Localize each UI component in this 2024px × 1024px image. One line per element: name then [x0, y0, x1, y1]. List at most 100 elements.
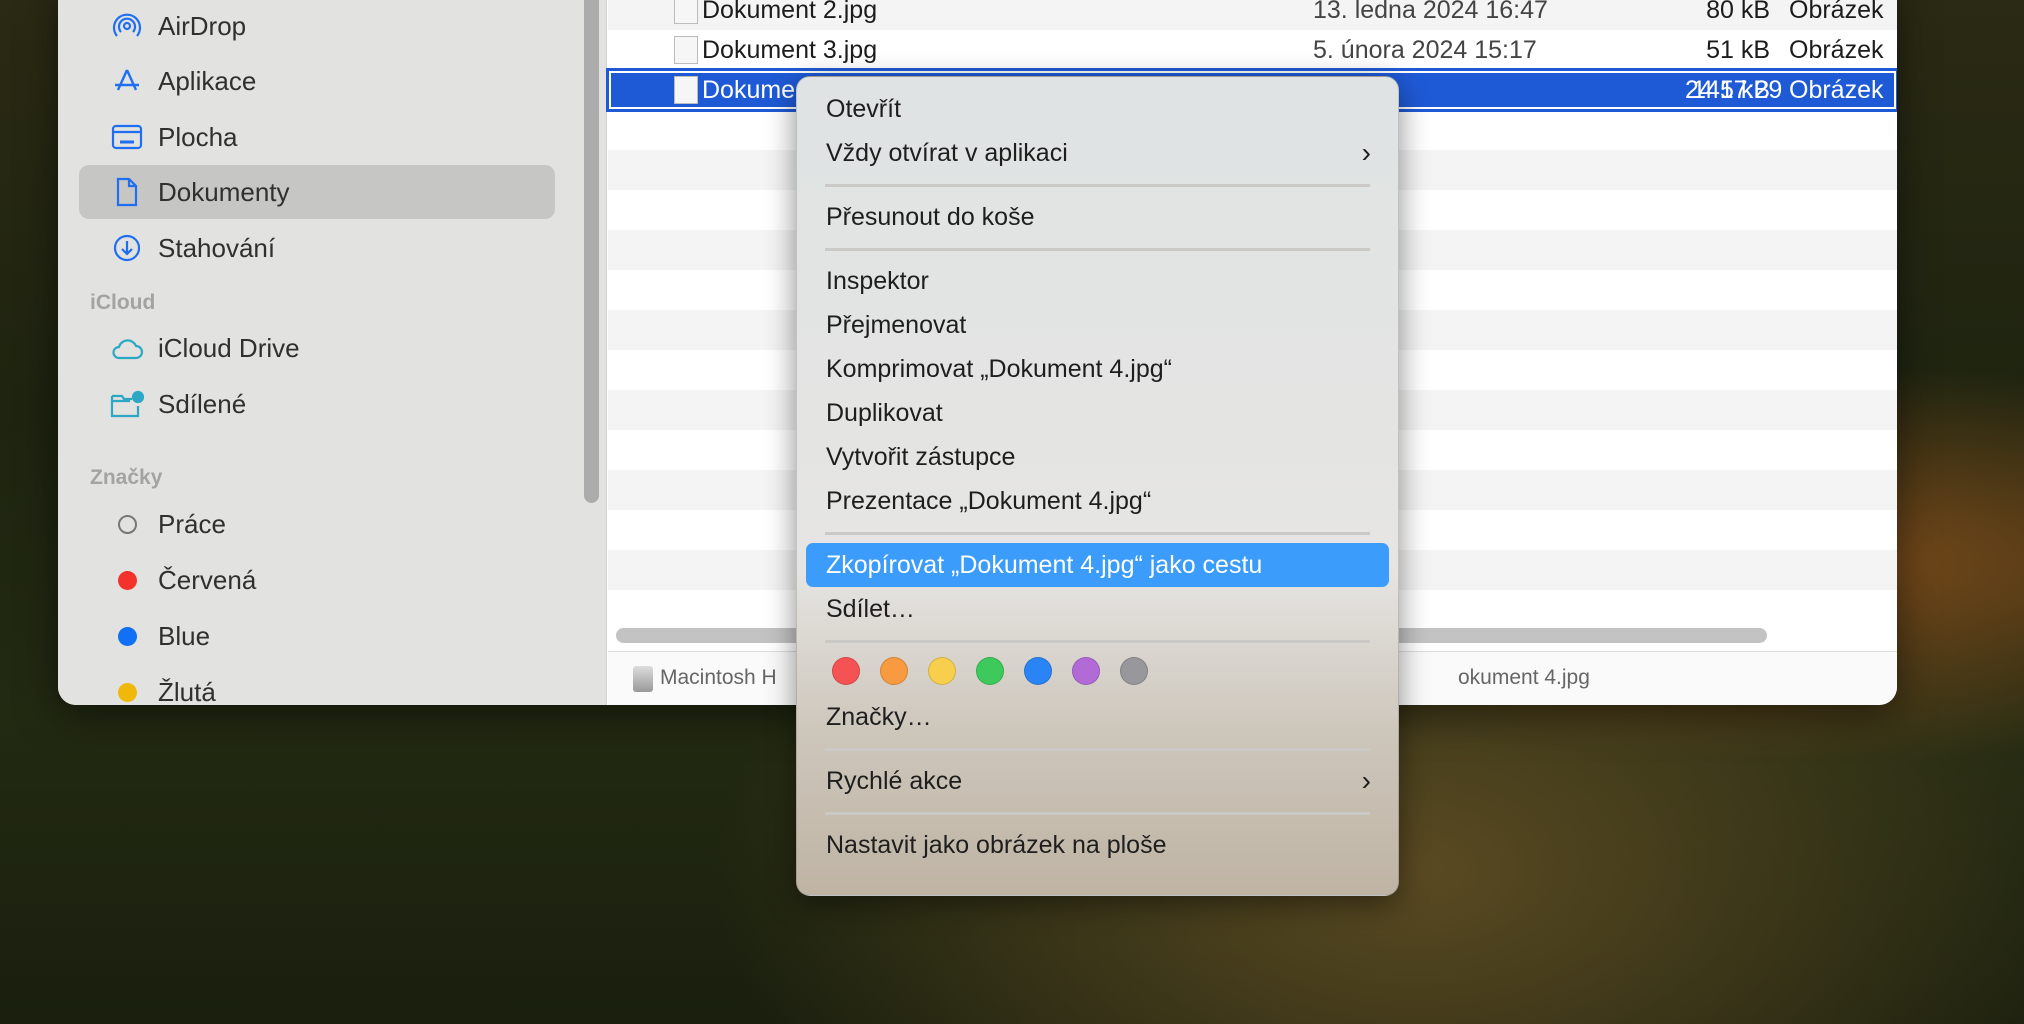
- menu-item[interactable]: Sdílet…: [806, 587, 1389, 631]
- tag-icon: [107, 570, 147, 590]
- tag-color-5[interactable]: [1072, 657, 1100, 685]
- sidebar-tag-1[interactable]: Červená: [79, 553, 555, 607]
- chevron-right-icon: ›: [1361, 765, 1371, 796]
- menu-item[interactable]: Prezentace „Dokument 4.jpg“: [806, 479, 1389, 523]
- sidebar-item-label: Dokumenty: [158, 176, 290, 207]
- tag-color-4[interactable]: [1024, 657, 1052, 685]
- menu-item[interactable]: Komprimovat „Dokument 4.jpg“: [806, 347, 1389, 391]
- menu-item[interactable]: Otevřít: [806, 87, 1389, 131]
- image-file-icon: [674, 76, 698, 104]
- tag-color-0[interactable]: [832, 657, 860, 685]
- sidebar-item-label: Aplikace: [158, 65, 257, 96]
- sidebar-item-label: Žlutá: [158, 676, 216, 706]
- image-file-icon: [674, 36, 698, 64]
- applications-icon: [107, 66, 147, 96]
- tag-color-3[interactable]: [976, 657, 1004, 685]
- menu-separator: [825, 748, 1370, 751]
- file-row[interactable]: Dokument 2.jpg 13. ledna 2024 16:47 80 kB O…: [608, 0, 1897, 30]
- sidebar-item-aplikace[interactable]: Aplikace: [79, 54, 555, 108]
- airdrop-icon: [107, 11, 147, 41]
- sidebar-item-stahování[interactable]: Stahování: [79, 221, 555, 275]
- file-date: 13. ledna 2024 16:47: [1313, 0, 1548, 24]
- sidebar: AirDrop Aplikace Plocha Dokumenty Stahování i…: [58, 0, 607, 705]
- tag-dot-icon: [117, 514, 137, 534]
- sidebar-item-icloud-0[interactable]: iCloud Drive: [79, 321, 555, 375]
- file-date: 5. února 2024 15:17: [1313, 36, 1537, 64]
- sidebar-tag-3[interactable]: Žlutá: [79, 665, 555, 705]
- menu-separator: [825, 640, 1370, 643]
- menu-item-label: Značky…: [826, 702, 932, 731]
- sidebar-scrollbar[interactable]: [584, 0, 599, 503]
- menu-item-label: Rychlé akce: [826, 766, 963, 795]
- download-icon: [107, 233, 147, 263]
- file-size: 51 kB: [1706, 36, 1770, 64]
- menu-separator: [825, 184, 1370, 187]
- sidebar-tag-0[interactable]: Práce: [79, 497, 555, 551]
- tag-dot-icon: [117, 570, 137, 590]
- document-icon: [107, 177, 147, 207]
- menu-separator: [825, 248, 1370, 251]
- menu-item-label: Komprimovat „Dokument 4.jpg“: [826, 354, 1172, 383]
- menu-item[interactable]: Rychlé akce ›: [806, 759, 1389, 803]
- menu-item[interactable]: Inspektor: [806, 259, 1389, 303]
- menu-item[interactable]: Zkopírovat „Dokument 4.jpg“ jako cestu: [806, 543, 1389, 587]
- file-kind: Obrázek: [1789, 76, 1884, 104]
- menu-item[interactable]: Vždy otvírat v aplikaci ›: [806, 131, 1389, 175]
- menu-item[interactable]: Nastavit jako obrázek na ploše: [806, 823, 1389, 867]
- context-menu: Otevřít Vždy otvírat v aplikaci › Přesunout…: [796, 76, 1399, 896]
- menu-item[interactable]: Duplikovat: [806, 391, 1389, 435]
- menu-item-label: Nastavit jako obrázek na ploše: [826, 830, 1167, 859]
- path-item-file[interactable]: okument 4.jpg: [1458, 666, 1590, 690]
- sidebar-item-dokumenty[interactable]: Dokumenty: [79, 165, 555, 219]
- file-name: Dokument 2.jpg: [702, 0, 878, 24]
- section-header-icloud: iCloud: [90, 291, 156, 314]
- sidebar-item-label: Červená: [158, 564, 257, 595]
- menu-item[interactable]: Vytvořit zástupce: [806, 435, 1389, 479]
- file-name: Dokume: [702, 76, 796, 104]
- sidebar-item-plocha[interactable]: Plocha: [79, 110, 555, 164]
- file-kind: Obrázek: [1789, 0, 1884, 24]
- tag-icon: [107, 514, 147, 534]
- file-row[interactable]: Dokument 3.jpg 5. února 2024 15:17 51 kB Ob…: [608, 30, 1897, 70]
- menu-separator: [825, 812, 1370, 815]
- sidebar-item-label: Práce: [158, 508, 226, 539]
- sidebar-item-label: Blue: [158, 620, 211, 651]
- menu-item-label: Otevřít: [826, 94, 902, 123]
- menu-item[interactable]: Přesunout do koše: [806, 195, 1389, 239]
- menu-item-label: Přesunout do koše: [826, 202, 1035, 231]
- menu-item-label: Duplikovat: [826, 398, 943, 427]
- menu-item-label: Prezentace „Dokument 4.jpg“: [826, 486, 1152, 515]
- tag-icon: [107, 626, 147, 646]
- menu-item-label: Přejmenovat: [826, 310, 967, 339]
- sidebar-item-label: Stahování: [158, 232, 276, 263]
- desktop-icon: [107, 124, 147, 150]
- file-kind: Obrázek: [1789, 36, 1884, 64]
- shared-folder-icon: [107, 390, 147, 418]
- tag-color-1[interactable]: [880, 657, 908, 685]
- sidebar-item-label: Plocha: [158, 121, 238, 152]
- tag-dot-icon: [117, 626, 137, 646]
- sidebar-item-label: iCloud Drive: [158, 332, 300, 363]
- file-size: 145 kB: [1692, 76, 1770, 104]
- file-name: Dokument 3.jpg: [702, 36, 878, 64]
- cloud-icon: [107, 336, 147, 360]
- sidebar-item-airdrop[interactable]: AirDrop: [79, 0, 555, 53]
- section-header-tags: Značky: [90, 466, 163, 489]
- menu-item[interactable]: Přejmenovat: [806, 303, 1389, 347]
- sidebar-tag-2[interactable]: Blue: [79, 609, 555, 663]
- menu-item[interactable]: Značky…: [806, 695, 1389, 739]
- path-item-disk[interactable]: Macintosh H: [660, 666, 777, 690]
- tag-color-2[interactable]: [928, 657, 956, 685]
- menu-item-label: Vždy otvírat v aplikaci: [826, 138, 1068, 167]
- file-size: 80 kB: [1706, 0, 1770, 24]
- sidebar-item-label: AirDrop: [158, 10, 247, 41]
- menu-item-label: Inspektor: [826, 266, 929, 295]
- disk-icon: [633, 666, 653, 692]
- tag-color-6[interactable]: [1120, 657, 1148, 685]
- menu-item-label: Sdílet…: [826, 594, 915, 623]
- sidebar-item-icloud-1[interactable]: Sdílené: [79, 377, 555, 431]
- menu-item-label: Vytvořit zástupce: [826, 442, 1016, 471]
- tag-dot-icon: [117, 682, 137, 702]
- tag-icon: [107, 682, 147, 702]
- sidebar-item-label: Sdílené: [158, 388, 247, 419]
